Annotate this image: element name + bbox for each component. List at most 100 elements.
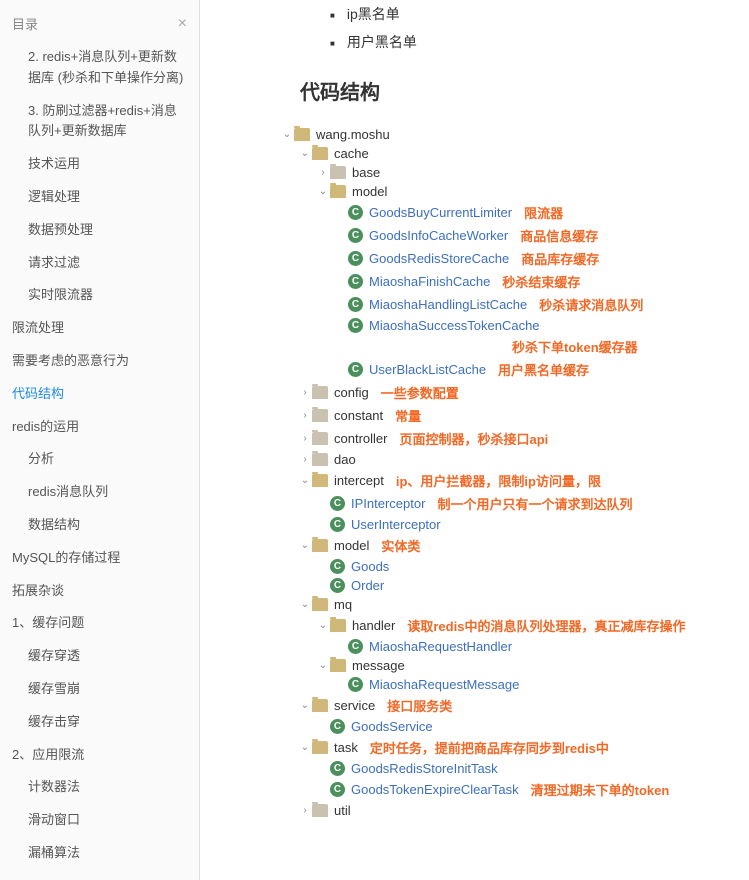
chevron-right-icon[interactable]: › — [316, 167, 330, 178]
toc-item[interactable]: 请求过滤 — [0, 247, 199, 280]
tree-row[interactable]: ›CGoodsRedisStoreInitTask — [280, 759, 729, 778]
folder-icon — [312, 147, 328, 160]
tree-row[interactable]: ›config一些参数配置 — [280, 381, 729, 404]
toc-item[interactable]: 分析 — [0, 443, 199, 476]
folder-icon — [312, 453, 328, 466]
toc-item[interactable]: 滑动窗口 — [0, 804, 199, 837]
toc-item[interactable]: 计数器法 — [0, 771, 199, 804]
tree-row[interactable]: ›constant常量 — [280, 404, 729, 427]
tree-row[interactable]: ⌄handler读取redis中的消息队列处理器，真正减库存操作 — [280, 614, 729, 637]
chevron-down-icon[interactable]: ⌄ — [298, 700, 312, 711]
tree-label: util — [334, 803, 351, 818]
folder-icon — [330, 659, 346, 672]
annotation-row: 秒杀下单token缓存器 — [280, 335, 729, 358]
tree-row[interactable]: ›CGoodsRedisStoreCache商品库存缓存 — [280, 247, 729, 270]
folder-icon — [312, 474, 328, 487]
toc-item[interactable]: redis消息队列 — [0, 476, 199, 509]
tree-row[interactable]: ›CGoodsInfoCacheWorker商品信息缓存 — [280, 224, 729, 247]
chevron-down-icon[interactable]: ⌄ — [298, 475, 312, 486]
tree-row[interactable]: ›CMiaoshaSuccessTokenCache — [280, 316, 729, 335]
tree-row[interactable]: › util — [280, 801, 729, 820]
tree-row[interactable]: ⌄service接口服务类 — [280, 694, 729, 717]
chevron-right-icon[interactable]: › — [298, 805, 312, 816]
tree-row[interactable]: ›CMiaoshaRequestHandler — [280, 637, 729, 656]
tree-row[interactable]: ›CMiaoshaHandlingListCache秒杀请求消息队列 — [280, 293, 729, 316]
chevron-down-icon[interactable]: ⌄ — [316, 660, 330, 671]
toc-item[interactable]: 代码结构 — [0, 378, 199, 411]
sidebar: 目录 × 2. redis+消息队列+更新数据库 (秒杀和下单操作分离)3. 防… — [0, 0, 200, 880]
class-icon: C — [348, 274, 363, 289]
tree-row[interactable]: ›dao — [280, 450, 729, 469]
toc-item[interactable]: 技术运用 — [0, 148, 199, 181]
toc-item[interactable]: 拓展杂谈 — [0, 575, 199, 608]
tree-row[interactable]: ›base — [280, 163, 729, 182]
tree-row[interactable]: ⌄model — [280, 182, 729, 201]
main-content: ip黑名单用户黑名单 代码结构 ⌄wang.moshu⌄cache›base⌄m… — [200, 0, 749, 880]
chevron-down-icon[interactable]: ⌄ — [298, 599, 312, 610]
tree-row[interactable]: ›COrder — [280, 576, 729, 595]
tree-row[interactable]: ›CGoods — [280, 557, 729, 576]
tree-row[interactable]: ›CMiaoshaRequestMessage — [280, 675, 729, 694]
class-icon: C — [330, 782, 345, 797]
tree-row[interactable]: ⌄model实体类 — [280, 534, 729, 557]
chevron-down-icon[interactable]: ⌄ — [298, 148, 312, 159]
chevron-down-icon[interactable]: ⌄ — [298, 540, 312, 551]
tree-label: GoodsRedisStoreInitTask — [351, 761, 498, 776]
annotation: 定时任务，提前把商品库存同步到redis中 — [370, 738, 609, 757]
toc-item[interactable]: 缓存穿透 — [0, 640, 199, 673]
toc-item[interactable]: 数据结构 — [0, 509, 199, 542]
tree-row[interactable]: ›CGoodsBuyCurrentLimiter限流器 — [280, 201, 729, 224]
tree-row[interactable]: ⌄ cache — [280, 144, 729, 163]
tree-label: constant — [334, 408, 383, 423]
tree-label: cache — [334, 146, 369, 161]
chevron-down-icon[interactable]: ⌄ — [316, 186, 330, 197]
toc-item[interactable]: MySQL的存储过程 — [0, 542, 199, 575]
toc-item[interactable]: 数据预处理 — [0, 214, 199, 247]
tree-label: controller — [334, 431, 387, 446]
toc-item[interactable]: 缓存雪崩 — [0, 673, 199, 706]
toc-item[interactable]: 3. 防刷过滤器+redis+消息队列+更新数据库 — [0, 95, 199, 149]
tree-row[interactable]: ›CUserBlackListCache用户黑名单缓存 — [280, 358, 729, 381]
tree-label: Goods — [351, 559, 389, 574]
chevron-right-icon[interactable]: › — [298, 387, 312, 398]
tree-row[interactable]: ›CUserInterceptor — [280, 515, 729, 534]
toc-item[interactable]: 缓存击穿 — [0, 706, 199, 739]
toc-item[interactable]: 2. redis+消息队列+更新数据库 (秒杀和下单操作分离) — [0, 41, 199, 95]
tree-label: UserInterceptor — [351, 517, 441, 532]
tree-row[interactable]: ⌄interceptip、用户拦截器，限制ip访问量，限 — [280, 469, 729, 492]
folder-icon — [312, 699, 328, 712]
chevron-right-icon[interactable]: › — [298, 433, 312, 444]
toc-item[interactable]: 需要考虑的恶意行为 — [0, 345, 199, 378]
tree-row[interactable]: ›controller页面控制器，秒杀接口api — [280, 427, 729, 450]
annotation: 接口服务类 — [387, 696, 452, 715]
tree-row[interactable]: ⌄ mq — [280, 595, 729, 614]
tree-row[interactable]: ›CMiaoshaFinishCache秒杀结束缓存 — [280, 270, 729, 293]
tree-label: config — [334, 385, 369, 400]
toc-item[interactable]: 实时限流器 — [0, 279, 199, 312]
tree-row[interactable]: ⌄task定时任务，提前把商品库存同步到redis中 — [280, 736, 729, 759]
tree-row[interactable]: ›CGoodsTokenExpireClearTask清理过期未下单的token — [280, 778, 729, 801]
toc-item[interactable]: 限流处理 — [0, 312, 199, 345]
class-icon: C — [348, 362, 363, 377]
chevron-right-icon[interactable]: › — [298, 410, 312, 421]
toc-item[interactable]: 1、缓存问题 — [0, 607, 199, 640]
class-icon: C — [330, 559, 345, 574]
annotation: 制一个用户只有一个请求到达队列 — [437, 494, 632, 513]
folder-icon — [312, 539, 328, 552]
toc-item[interactable]: 逻辑处理 — [0, 181, 199, 214]
toc-item[interactable]: 漏桶算法 — [0, 837, 199, 870]
tree-label: MiaoshaRequestHandler — [369, 639, 512, 654]
toc-item[interactable]: redis的运用 — [0, 411, 199, 444]
tree-row[interactable]: ›CIPInterceptor制一个用户只有一个请求到达队列 — [280, 492, 729, 515]
tree-row[interactable]: ⌄wang.moshu — [280, 125, 729, 144]
chevron-down-icon[interactable]: ⌄ — [280, 129, 294, 140]
tree-row[interactable]: ⌄message — [280, 656, 729, 675]
toc-item[interactable]: 2、应用限流 — [0, 739, 199, 772]
chevron-down-icon[interactable]: ⌄ — [316, 620, 330, 631]
close-icon[interactable]: × — [178, 15, 187, 33]
tree-label: mq — [334, 597, 352, 612]
chevron-down-icon[interactable]: ⌄ — [298, 742, 312, 753]
tree-label: GoodsService — [351, 719, 433, 734]
tree-row[interactable]: ›CGoodsService — [280, 717, 729, 736]
chevron-right-icon[interactable]: › — [298, 454, 312, 465]
